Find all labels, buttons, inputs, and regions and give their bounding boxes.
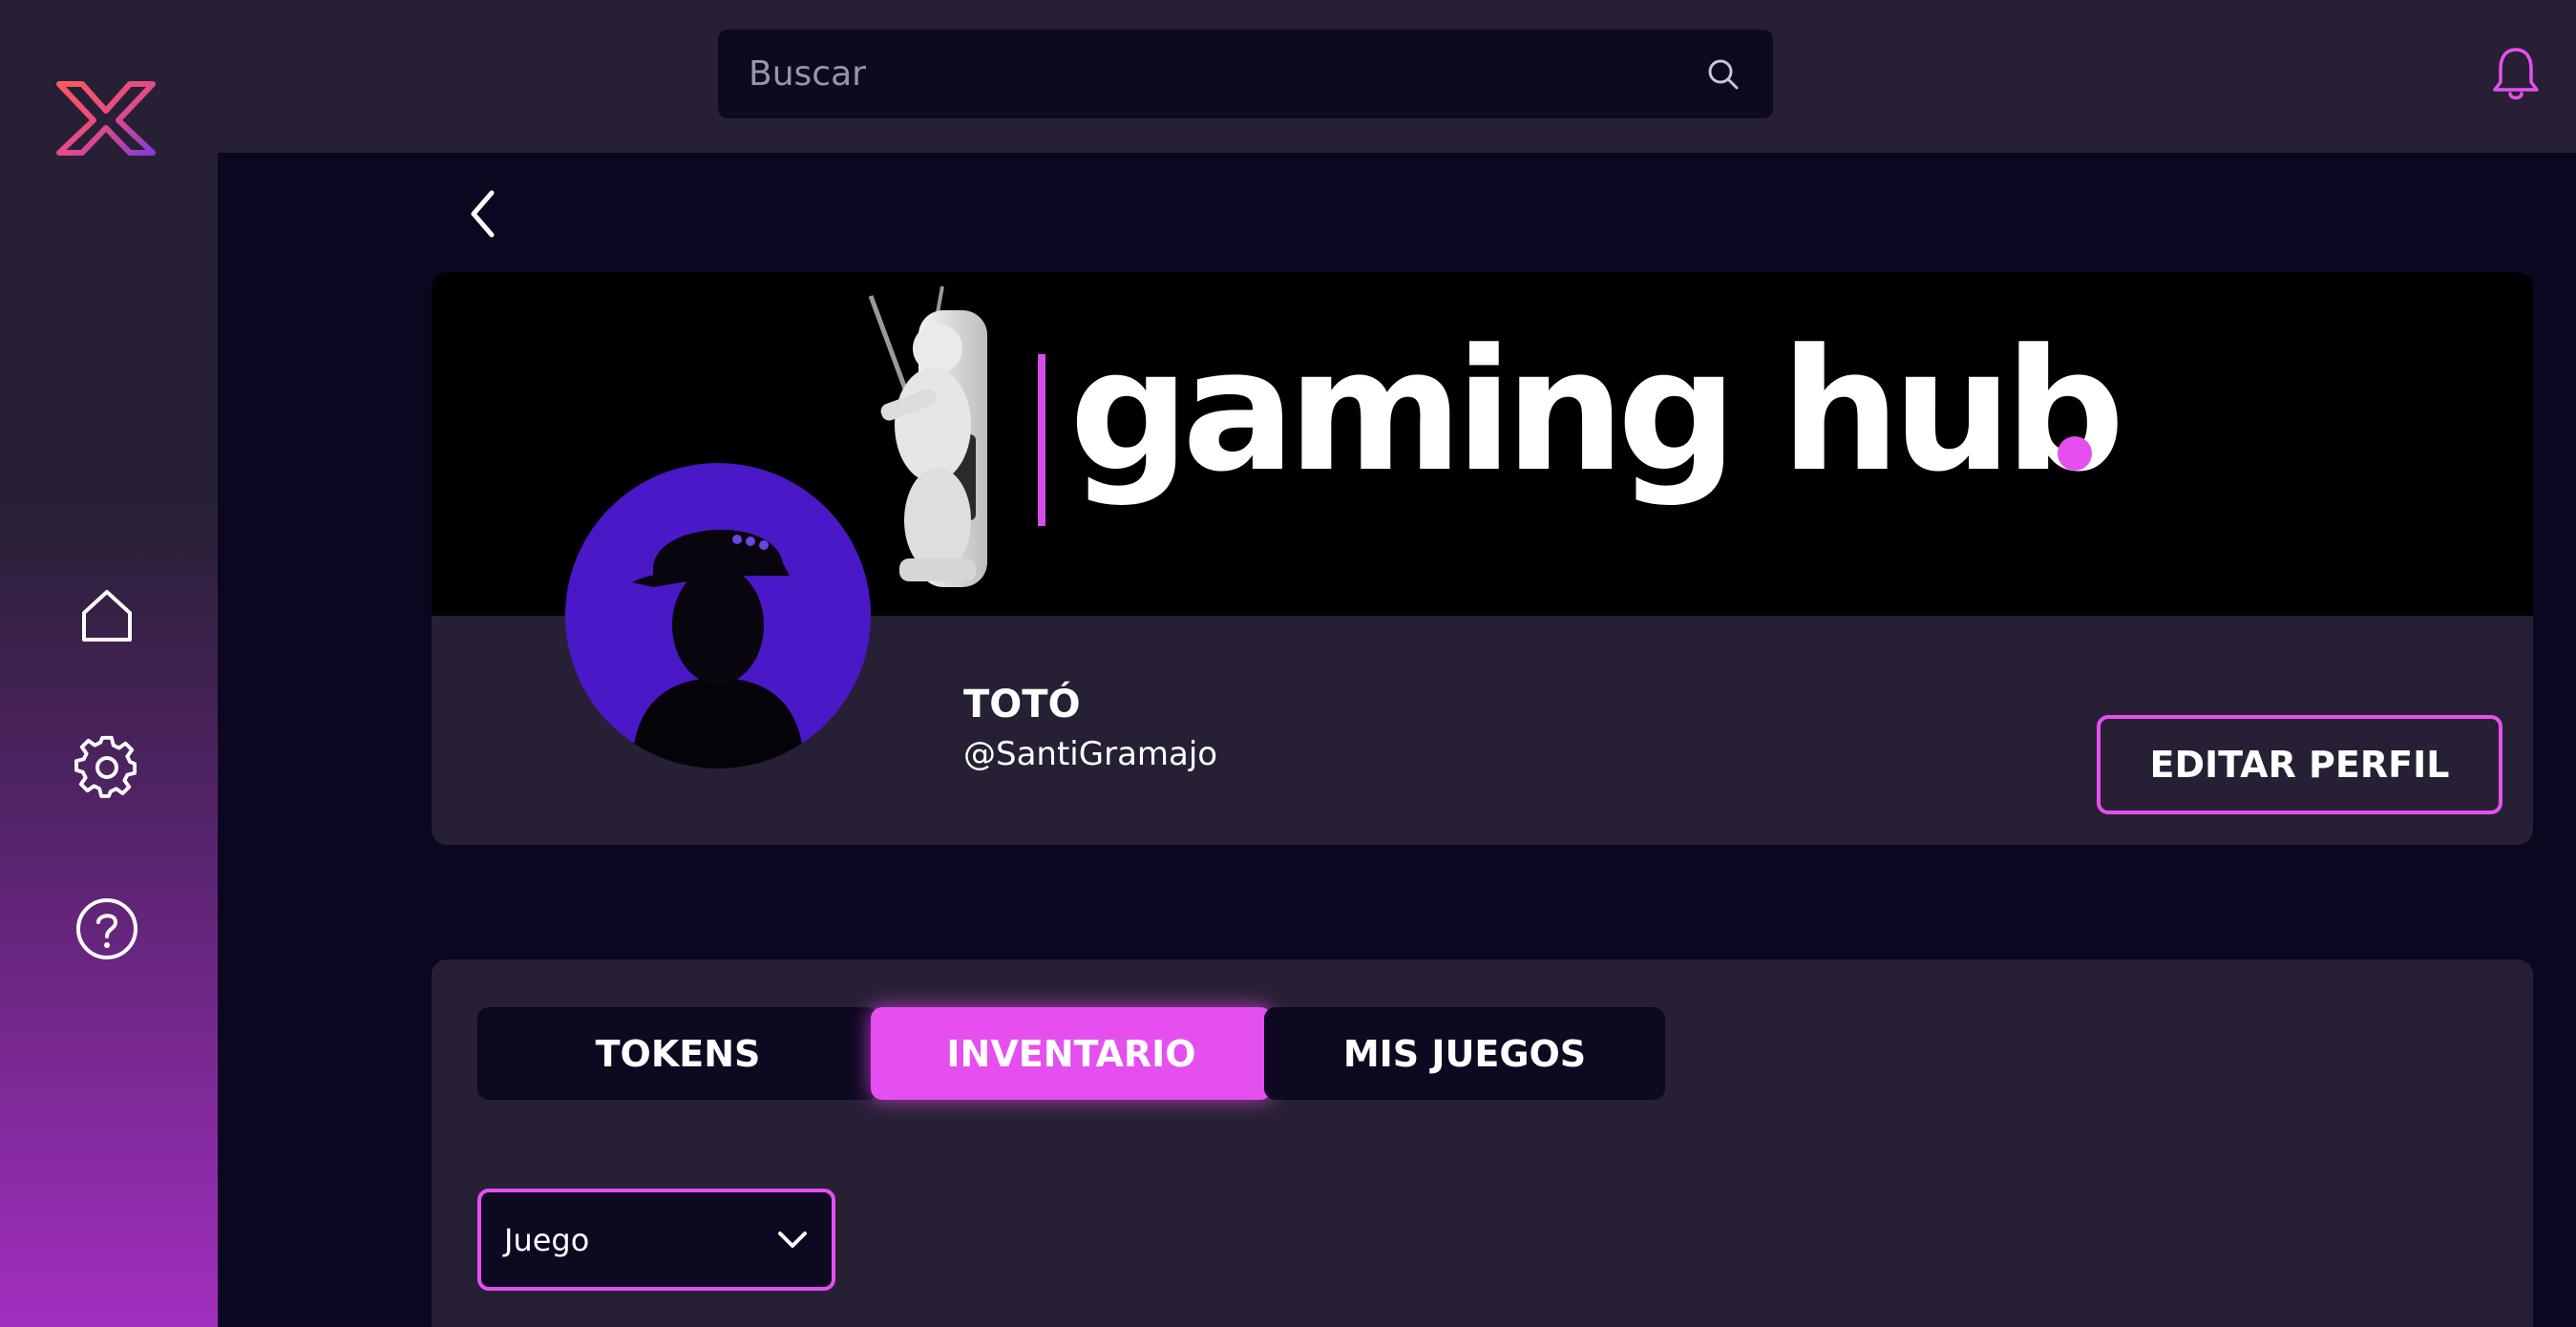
app-logo[interactable] <box>55 80 157 157</box>
sidebar <box>0 0 218 1327</box>
profile-name: TOTÓ <box>963 683 1081 727</box>
select-value: Juego <box>504 1221 590 1258</box>
search-bar <box>718 30 1773 118</box>
banner-dot <box>2058 436 2092 471</box>
search-input[interactable] <box>749 54 1704 94</box>
edit-profile-button[interactable]: EDITAR PERFIL <box>2097 715 2502 814</box>
tab-inventario[interactable]: INVENTARIO <box>871 1007 1272 1100</box>
gear-icon[interactable] <box>73 733 141 802</box>
chevron-down-icon <box>778 1231 807 1248</box>
profile-card: gaming hub TOTÓ @SantiGramajo EDITAR PER… <box>432 272 2533 845</box>
banner-title: gaming hub <box>1069 313 2125 509</box>
avatar[interactable] <box>565 463 871 769</box>
avatar-silhouette-image <box>632 529 804 769</box>
back-button[interactable] <box>458 178 506 250</box>
profile-handle: @SantiGramajo <box>963 735 1218 773</box>
help-icon[interactable] <box>73 895 141 963</box>
chevron-left-icon <box>471 190 495 238</box>
inventory-card: TOKENS INVENTARIO MIS JUEGOS Juego <box>432 959 2533 1327</box>
home-icon[interactable] <box>73 580 141 649</box>
tab-tokens[interactable]: TOKENS <box>477 1007 878 1100</box>
bell-icon[interactable] <box>2492 46 2540 101</box>
banner-divider <box>1038 354 1045 526</box>
tab-mis-juegos[interactable]: MIS JUEGOS <box>1264 1007 1665 1100</box>
game-filter-select[interactable]: Juego <box>477 1189 835 1291</box>
main-content: gaming hub TOTÓ @SantiGramajo EDITAR PER… <box>218 153 2576 1327</box>
search-icon[interactable] <box>1704 55 1742 94</box>
